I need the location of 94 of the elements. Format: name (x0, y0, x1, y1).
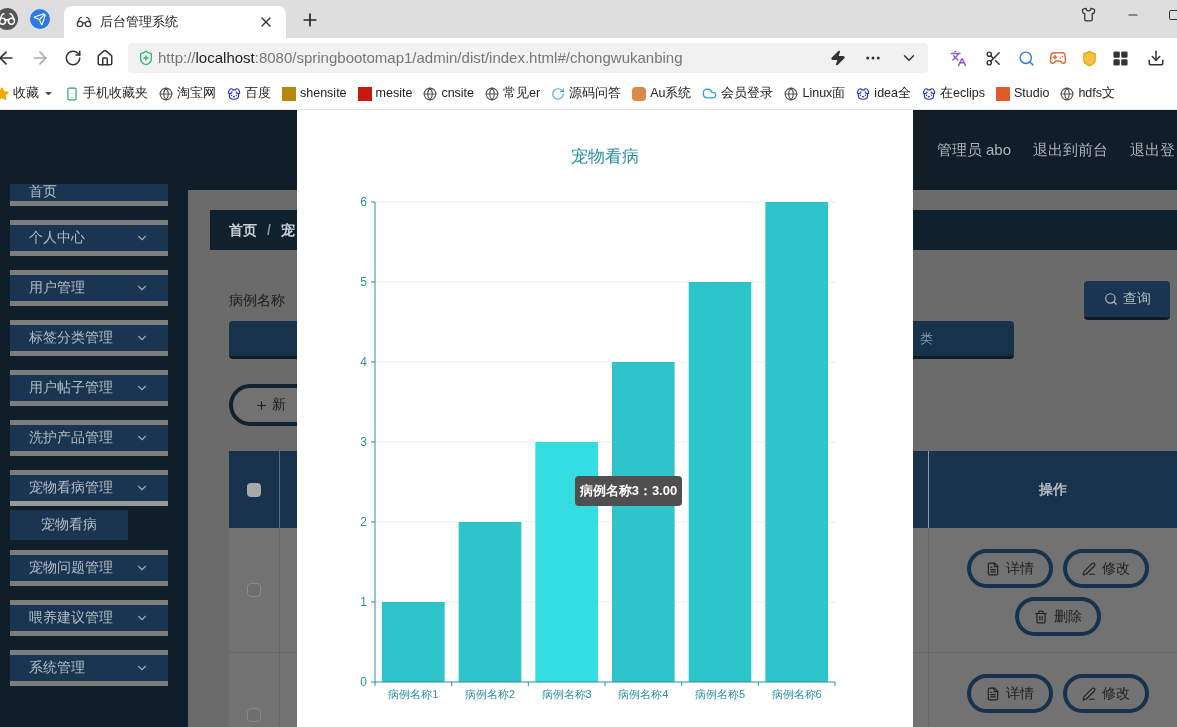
address-bar[interactable]: http://localhost:8080/springbootomap1/admin/dist/index.html#/chongwukanbing (128, 43, 928, 73)
globe-icon (784, 86, 799, 101)
site-logo-icon (282, 86, 296, 101)
cloud-icon (702, 86, 718, 101)
sidebar-subitem[interactable]: 宠物看病 (10, 510, 128, 540)
translate-icon[interactable] (950, 49, 967, 67)
axis-label: 病例名称4 (618, 688, 669, 700)
plus-icon (255, 398, 268, 412)
bookmark[interactable]: 收藏 (0, 84, 54, 103)
axis-label: 5 (360, 275, 367, 289)
tab-title: 后台管理系统 (100, 13, 179, 31)
mask-icon (76, 14, 92, 30)
sidebar-item[interactable]: 喂养建议管理 (10, 600, 168, 636)
axis-label: 4 (360, 355, 367, 369)
search-icon (1103, 292, 1118, 306)
bookmark[interactable]: 源码问答 (551, 84, 622, 103)
site-logo-icon (632, 86, 647, 101)
sidebar-item[interactable]: 宠物看病管理 (10, 470, 168, 506)
reload-icon[interactable] (64, 49, 82, 67)
pen-icon (1082, 686, 1096, 701)
lightning-icon[interactable] (830, 50, 846, 66)
bookmark[interactable]: Studio (995, 84, 1050, 103)
admin-username: 管理员 abo (936, 139, 1011, 160)
site-logo-icon (995, 86, 1010, 101)
bookmark[interactable]: 百度 (227, 84, 271, 103)
sidebar-item[interactable]: 首页 (10, 184, 168, 206)
trash-icon (1034, 609, 1048, 624)
axis-label: 6 (360, 195, 367, 209)
sidebar-item[interactable]: 宠物问题管理 (10, 550, 168, 586)
tooltip: 病例名称3：3.00 (574, 476, 683, 506)
bookmark[interactable]: hdfs文 (1060, 84, 1116, 103)
home-icon[interactable] (96, 49, 114, 67)
axis-label: 病例名称5 (694, 688, 746, 700)
axis-label: 病例名称1 (388, 688, 439, 700)
header-link[interactable]: 退出到前台 (1033, 138, 1108, 162)
sidebar-item[interactable]: 个人中心 (10, 220, 168, 256)
axis-label: 病例名称2 (464, 688, 516, 700)
sidebar-item[interactable]: 用户帖子管理 (10, 370, 168, 406)
maximize-icon[interactable] (1168, 9, 1177, 21)
phone-icon (65, 86, 79, 101)
bookmark[interactable]: 常见er (485, 84, 541, 103)
document-icon (986, 686, 1000, 701)
bookmark[interactable]: 会员登录 (702, 84, 774, 103)
bookmark[interactable]: 淘宝网 (159, 84, 216, 103)
sidebar-item[interactable]: 洗护产品管理 (10, 420, 168, 456)
bookmark[interactable]: mesite (357, 84, 413, 103)
scissors-icon[interactable] (985, 49, 1002, 67)
sidebar-item[interactable]: 用户管理 (10, 270, 168, 306)
globe-icon (485, 86, 500, 101)
axis-label: 病例名称6 (771, 688, 822, 700)
sidebar-item[interactable]: 系统管理 (10, 650, 168, 686)
axis-label: 0 (360, 675, 367, 689)
document-icon (986, 561, 1000, 576)
chart-title: 宠物看病 (570, 146, 640, 168)
header-link[interactable]: 退出登 (1130, 138, 1175, 162)
bookmark[interactable]: idea全 (856, 84, 911, 103)
axis-label: 2 (360, 515, 367, 529)
shirt-icon[interactable] (1081, 7, 1096, 22)
axis-label: 病例名称3 (541, 688, 592, 700)
globe-icon (159, 86, 173, 101)
incognito-icon[interactable] (0, 8, 18, 30)
browser-tab[interactable]: 后台管理系统 (64, 6, 286, 38)
grid-icon[interactable] (1112, 49, 1129, 67)
bookmark[interactable]: shensite (282, 84, 347, 103)
gamepad-icon[interactable] (1049, 49, 1067, 67)
bookmark[interactable]: cnsite (423, 84, 475, 103)
checkbox[interactable] (247, 482, 261, 497)
paw-icon (856, 86, 871, 101)
shield-icon (138, 50, 154, 66)
query-button[interactable]: 查询 (1084, 281, 1170, 320)
url-text: http://localhost:8080/springbootomap1/admin/dist/index.html#/chongwukanbing (158, 47, 684, 68)
column-header: 操作 (1038, 480, 1068, 499)
checkbox[interactable] (247, 583, 261, 598)
checkbox[interactable] (247, 708, 261, 723)
field-label: 病例名称 (229, 292, 286, 310)
globe-icon (1060, 86, 1075, 101)
bookmark[interactable]: Linux面 (784, 84, 846, 103)
bookmark[interactable]: Au系统 (632, 84, 692, 103)
sidebar-item[interactable]: 标签分类管理 (10, 320, 168, 356)
breadcrumb-current: 宠 (280, 220, 295, 240)
site-logo-icon (357, 86, 372, 101)
send-icon[interactable] (30, 9, 50, 29)
globe-icon (423, 86, 438, 101)
paw-icon (922, 86, 936, 101)
bookmark[interactable]: 在eclips (922, 84, 985, 103)
axis-label: 1 (360, 595, 367, 609)
paw-icon (227, 86, 241, 101)
bookmark[interactable]: 手机收藏夹 (65, 84, 148, 103)
breadcrumb-separator: / (267, 220, 271, 240)
breadcrumb-link[interactable]: 首页 (229, 219, 257, 241)
search-icon[interactable] (1018, 49, 1035, 67)
download-icon[interactable] (1147, 49, 1165, 67)
axis-label: 3 (360, 435, 367, 449)
pen-icon (1082, 561, 1096, 576)
